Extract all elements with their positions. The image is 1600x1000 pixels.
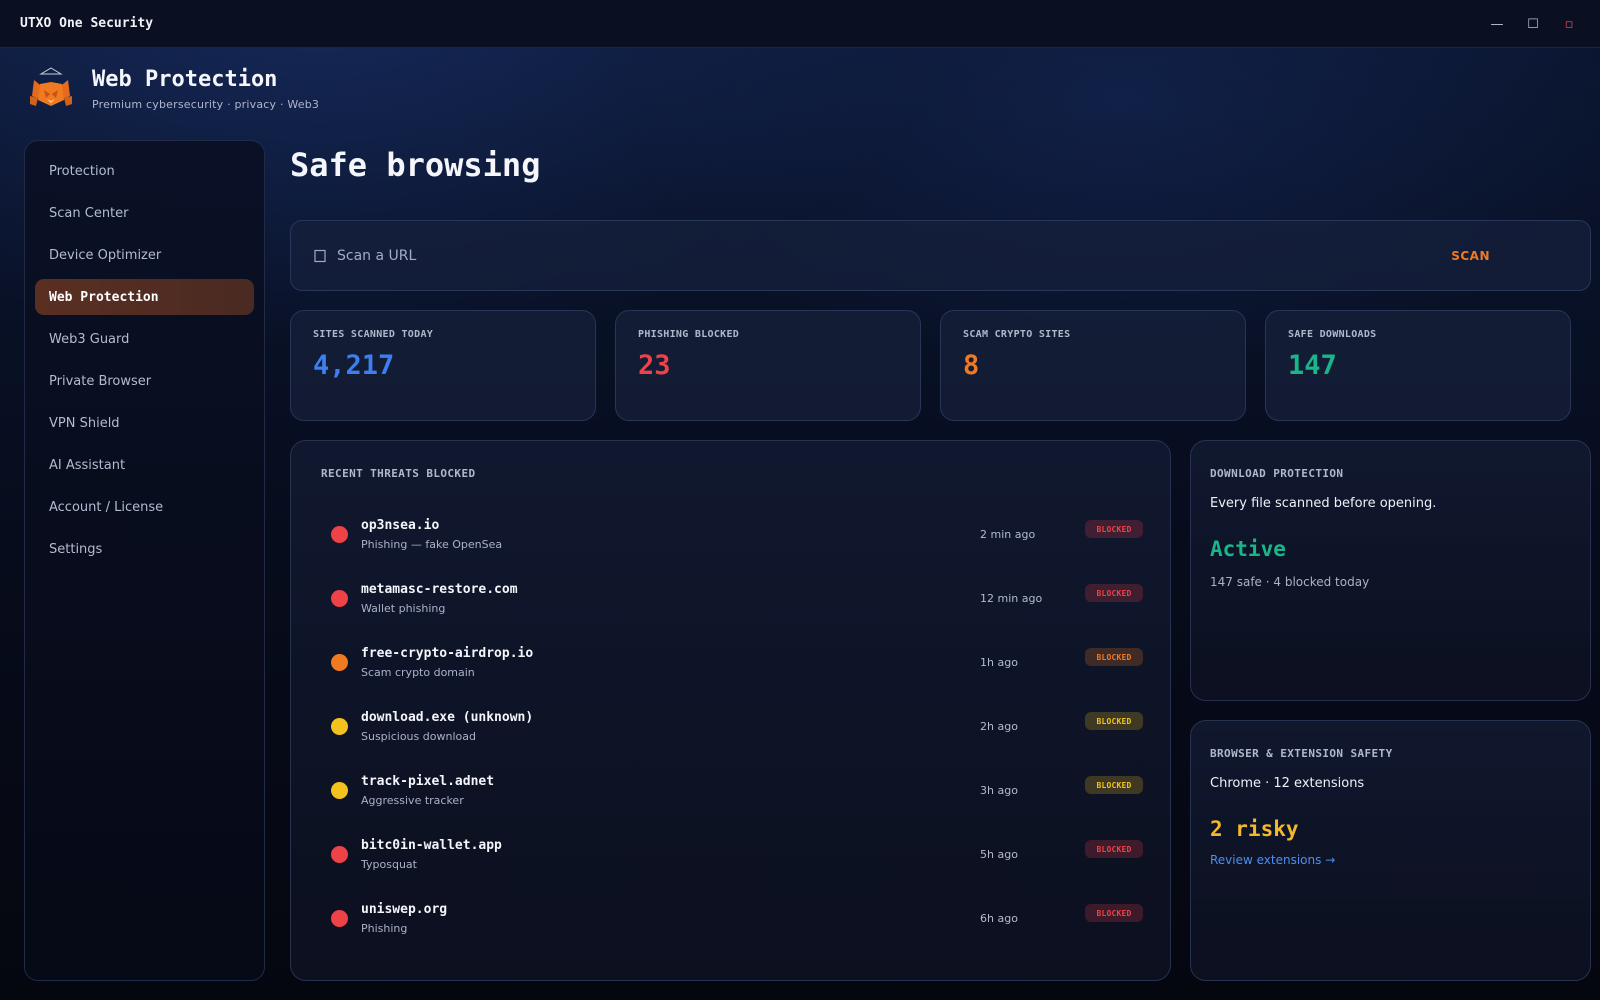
panel-title: DOWNLOAD PROTECTION xyxy=(1210,467,1344,480)
search-icon xyxy=(314,249,326,262)
minimize-button[interactable]: — xyxy=(1490,17,1504,32)
sidebar-item-ai-assistant[interactable]: AI Assistant xyxy=(35,447,254,483)
browser-extension-text: Chrome · 12 extensions xyxy=(1210,776,1365,791)
risky-extensions-count: 2 risky xyxy=(1210,817,1299,841)
maximize-button[interactable]: ☐ xyxy=(1526,17,1540,32)
threat-domain: metamasc-restore.com xyxy=(361,581,518,597)
threat-severity-dot xyxy=(331,845,348,863)
sidebar-item-web3-guard[interactable]: Web3 Guard xyxy=(35,321,254,357)
sidebar-item-private-browser[interactable]: Private Browser xyxy=(35,363,254,399)
review-extensions-link[interactable]: Review extensions → xyxy=(1210,853,1335,867)
threat-severity-dot xyxy=(331,589,348,607)
threat-domain: bitc0in-wallet.app xyxy=(361,837,502,853)
stat-card-safe-downloads: SAFE DOWNLOADS 147 xyxy=(1265,310,1571,421)
scan-button[interactable]: SCAN xyxy=(1451,249,1490,263)
blocked-badge: BLOCKED xyxy=(1085,840,1143,858)
blocked-badge: BLOCKED xyxy=(1085,648,1143,666)
app-title: UTXO One Security xyxy=(20,16,154,31)
threat-severity-dot xyxy=(331,909,348,927)
threat-row[interactable]: metamasc-restore.com Wallet phishing 12 … xyxy=(321,566,1143,630)
blocked-badge: BLOCKED xyxy=(1085,584,1143,602)
threat-time: 2h ago xyxy=(980,719,1018,733)
threat-description: Phishing xyxy=(361,921,408,935)
threat-description: Wallet phishing xyxy=(361,601,446,615)
stat-value: 8 xyxy=(963,350,980,381)
download-protection-text: Every file scanned before opening. xyxy=(1210,496,1437,511)
threat-domain: uniswep.org xyxy=(361,901,448,917)
close-button[interactable]: ▫ xyxy=(1562,17,1576,32)
threat-time: 5h ago xyxy=(980,847,1018,861)
window-controls: — ☐ ▫ xyxy=(1490,0,1576,48)
brand-header: Web Protection Premium cybersecurity · p… xyxy=(28,66,319,112)
threat-time: 6h ago xyxy=(980,911,1018,925)
sidebar-item-scan-center[interactable]: Scan Center xyxy=(35,195,254,231)
threat-row[interactable]: bitc0in-wallet.app Typosquat 5h ago BLOC… xyxy=(321,822,1143,886)
stat-card-scam-crypto-sites: SCAM CRYPTO SITES 8 xyxy=(940,310,1246,421)
stat-value: 147 xyxy=(1288,350,1337,381)
blocked-badge: BLOCKED xyxy=(1085,904,1143,922)
threat-domain: op3nsea.io xyxy=(361,517,440,533)
threat-time: 12 min ago xyxy=(980,591,1043,605)
blocked-badge: BLOCKED xyxy=(1085,776,1143,794)
page-title: Safe browsing xyxy=(290,146,541,184)
threat-severity-dot xyxy=(331,653,348,671)
brand-title: Web Protection xyxy=(92,67,278,93)
threat-description: Scam crypto domain xyxy=(361,665,475,679)
threat-description: Aggressive tracker xyxy=(361,793,464,807)
threat-time: 3h ago xyxy=(980,783,1018,797)
sidebar-item-protection[interactable]: Protection xyxy=(35,153,254,189)
threat-domain: track-pixel.adnet xyxy=(361,773,495,789)
panel-title: RECENT THREATS BLOCKED xyxy=(321,467,476,480)
fox-logo-icon xyxy=(30,67,72,106)
threat-row[interactable]: download.exe (unknown) Suspicious downlo… xyxy=(321,694,1143,758)
threat-list: op3nsea.io Phishing — fake OpenSea 2 min… xyxy=(321,502,1143,950)
brand-subtitle: Premium cybersecurity · privacy · Web3 xyxy=(92,97,320,111)
stat-label: SAFE DOWNLOADS xyxy=(1288,329,1377,340)
blocked-badge: BLOCKED xyxy=(1085,520,1143,538)
sidebar-item-vpn-shield[interactable]: VPN Shield xyxy=(35,405,254,441)
download-protection-panel: DOWNLOAD PROTECTION Every file scanned b… xyxy=(1190,440,1591,701)
stat-label: SITES SCANNED TODAY xyxy=(313,329,434,340)
stat-label: SCAM CRYPTO SITES xyxy=(963,329,1071,340)
sidebar-item-web-protection[interactable]: Web Protection xyxy=(35,279,254,315)
threat-row[interactable]: track-pixel.adnet Aggressive tracker 3h … xyxy=(321,758,1143,822)
sidebar-item-settings[interactable]: Settings xyxy=(35,531,254,567)
stat-card-phishing-blocked: PHISHING BLOCKED 23 xyxy=(615,310,921,421)
threat-row[interactable]: uniswep.org Phishing 6h ago BLOCKED xyxy=(321,886,1143,950)
threat-row[interactable]: free-crypto-airdrop.io Scam crypto domai… xyxy=(321,630,1143,694)
blocked-badge: BLOCKED xyxy=(1085,712,1143,730)
threat-description: Phishing — fake OpenSea xyxy=(361,537,503,551)
download-protection-status: Active xyxy=(1210,537,1286,561)
url-scan-input[interactable] xyxy=(337,247,1452,264)
threat-row[interactable]: op3nsea.io Phishing — fake OpenSea 2 min… xyxy=(321,502,1143,566)
browser-extension-safety-panel: BROWSER & EXTENSION SAFETY Chrome · 12 e… xyxy=(1190,720,1591,981)
threat-time: 1h ago xyxy=(980,655,1018,669)
threat-description: Suspicious download xyxy=(361,729,476,743)
recent-threats-panel: RECENT THREATS BLOCKED op3nsea.io Phishi… xyxy=(290,440,1171,981)
stat-label: PHISHING BLOCKED xyxy=(638,329,740,340)
threat-time: 2 min ago xyxy=(980,527,1036,541)
panel-title: BROWSER & EXTENSION SAFETY xyxy=(1210,747,1393,760)
stat-value: 23 xyxy=(638,350,671,381)
stat-value: 4,217 xyxy=(313,350,395,381)
threat-description: Typosquat xyxy=(361,857,417,871)
title-bar: UTXO One Security — ☐ ▫ xyxy=(0,0,1600,48)
threat-domain: download.exe (unknown) xyxy=(361,709,534,725)
stat-card-sites-scanned: SITES SCANNED TODAY 4,217 xyxy=(290,310,596,421)
threat-domain: free-crypto-airdrop.io xyxy=(361,645,534,661)
url-scan-bar: SCAN xyxy=(290,220,1591,291)
sidebar: Protection Scan Center Device Optimizer … xyxy=(24,140,265,981)
sidebar-item-device-optimizer[interactable]: Device Optimizer xyxy=(35,237,254,273)
threat-severity-dot xyxy=(331,717,348,735)
threat-severity-dot xyxy=(331,781,348,799)
threat-severity-dot xyxy=(331,525,348,543)
sidebar-item-account-license[interactable]: Account / License xyxy=(35,489,254,525)
download-protection-summary: 147 safe · 4 blocked today xyxy=(1210,575,1370,589)
brand-text: Web Protection Premium cybersecurity · p… xyxy=(92,67,319,110)
